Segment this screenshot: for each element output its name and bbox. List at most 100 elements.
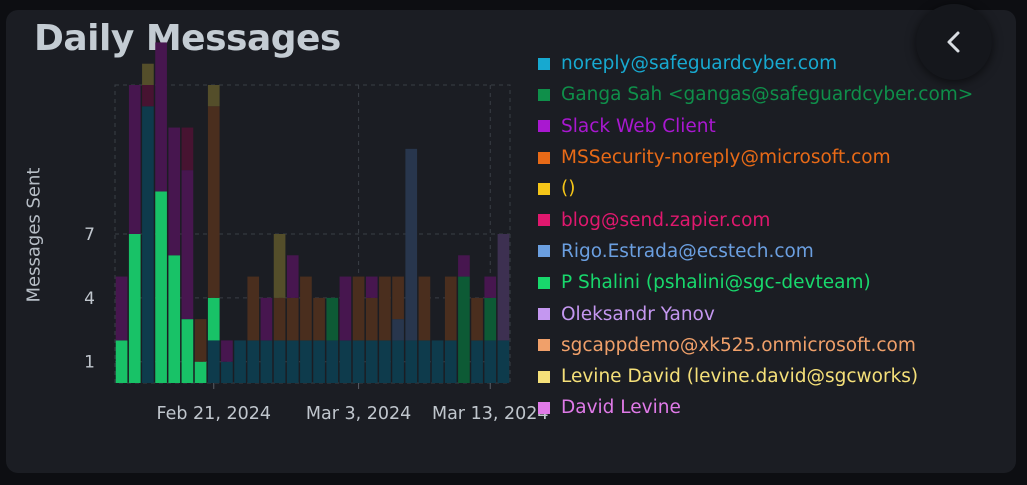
bar-segment bbox=[155, 42, 167, 192]
legend-label: Rigo.Estrada@ecstech.com bbox=[561, 240, 814, 262]
legend-item[interactable]: blog@send.zapier.com bbox=[538, 204, 973, 235]
legend-swatch bbox=[538, 401, 550, 414]
y-tick-label: 7 bbox=[84, 225, 95, 245]
bar-segment bbox=[286, 255, 299, 298]
legend-item[interactable]: Oleksandr Yanov bbox=[538, 298, 973, 329]
bar-segment bbox=[300, 276, 312, 341]
bar-segment bbox=[168, 127, 181, 256]
legend-label: MSSecurity-noreply@microsoft.com bbox=[561, 147, 891, 169]
legend-swatch bbox=[538, 214, 550, 227]
legend-swatch bbox=[538, 88, 550, 101]
bar-segment bbox=[431, 340, 444, 383]
legend-item[interactable]: P Shalini (pshalini@sgc-devteam) bbox=[538, 267, 973, 298]
legend-label: blog@send.zapier.com bbox=[561, 209, 771, 231]
bar-segment bbox=[497, 234, 510, 341]
bar-segment bbox=[339, 276, 352, 341]
x-tick-label: Mar 13, 2024 bbox=[432, 404, 549, 424]
legend-swatch bbox=[538, 57, 550, 70]
bar-segment bbox=[181, 170, 194, 320]
back-button[interactable] bbox=[916, 4, 992, 80]
bar-segment bbox=[405, 340, 418, 383]
legend-label: David Levine bbox=[561, 397, 681, 419]
bar-segment bbox=[273, 234, 286, 298]
x-tick-label: Feb 21, 2024 bbox=[157, 404, 271, 424]
legend-item[interactable]: Rigo.Estrada@ecstech.com bbox=[538, 236, 973, 267]
bar-segment bbox=[194, 361, 207, 383]
bar-segment bbox=[273, 297, 286, 341]
legend-label: Levine David (levine.david@sgcworks) bbox=[561, 366, 919, 388]
bar-segment bbox=[484, 297, 497, 341]
bar-segment bbox=[221, 340, 233, 362]
bar-segment bbox=[221, 361, 233, 383]
bar-segment bbox=[286, 340, 299, 383]
bar-segment bbox=[497, 340, 510, 383]
bar-segment bbox=[471, 340, 483, 383]
legend: noreply@safeguardcyber.com Ganga Sah <gan… bbox=[538, 48, 973, 424]
bar-segment bbox=[273, 340, 286, 383]
legend-item[interactable]: MSSecurity-noreply@microsoft.com bbox=[538, 142, 973, 173]
bar-segment bbox=[300, 340, 312, 383]
y-tick-label: 4 bbox=[84, 289, 95, 309]
bar-segment bbox=[392, 319, 404, 341]
legend-label: Oleksandr Yanov bbox=[561, 303, 715, 325]
bar-segment bbox=[444, 276, 457, 341]
bar-segment bbox=[194, 319, 207, 362]
bar-segment bbox=[128, 85, 141, 234]
bar-segment bbox=[379, 340, 391, 383]
bar-segment bbox=[207, 340, 220, 383]
legend-item[interactable]: noreply@safeguardcyber.com bbox=[538, 48, 973, 79]
bar-segment bbox=[484, 340, 497, 383]
bar-segment bbox=[365, 276, 378, 298]
bar-segment bbox=[471, 297, 483, 341]
bar-segment bbox=[418, 276, 431, 341]
legend-swatch bbox=[538, 245, 550, 258]
bar-segment bbox=[458, 255, 470, 277]
bar-segment bbox=[313, 340, 325, 383]
bar-segment bbox=[128, 234, 141, 383]
bar-segment bbox=[207, 106, 220, 298]
bar-segment bbox=[260, 297, 273, 341]
legend-swatch bbox=[538, 339, 550, 352]
bar-segment bbox=[155, 191, 167, 383]
bar-segment bbox=[326, 297, 339, 341]
legend-item[interactable]: Levine David (levine.david@sgcworks) bbox=[538, 361, 973, 392]
bar-segment bbox=[142, 106, 154, 384]
legend-label: Slack Web Client bbox=[561, 115, 716, 137]
y-tick-label: 1 bbox=[84, 353, 95, 373]
legend-swatch bbox=[538, 370, 550, 383]
bar-segment bbox=[286, 297, 299, 341]
legend-swatch bbox=[538, 120, 550, 133]
bar-segment bbox=[181, 319, 194, 383]
bar-segment bbox=[392, 276, 404, 320]
bar-segment bbox=[142, 63, 154, 85]
legend-label: () bbox=[561, 178, 576, 200]
legend-item[interactable]: David Levine bbox=[538, 392, 973, 423]
bar-segment bbox=[458, 276, 470, 383]
x-tick-label: Mar 3, 2024 bbox=[306, 404, 411, 424]
bar-segment bbox=[444, 340, 457, 383]
bar-segment bbox=[142, 85, 154, 107]
bar-segment bbox=[313, 297, 325, 341]
bar-segment bbox=[392, 340, 404, 383]
bar-segment bbox=[326, 340, 339, 383]
legend-item[interactable]: sgcappdemo@xk525.onmicrosoft.com bbox=[538, 330, 973, 361]
legend-label: noreply@safeguardcyber.com bbox=[561, 53, 838, 75]
legend-swatch bbox=[538, 308, 550, 321]
bar-segment bbox=[234, 340, 246, 383]
bar-segment bbox=[168, 255, 181, 383]
bar-segment bbox=[379, 276, 391, 341]
legend-label: P Shalini (pshalini@sgc-devteam) bbox=[561, 272, 871, 294]
bar-segment bbox=[352, 276, 365, 341]
bar-segment bbox=[405, 148, 418, 341]
legend-item[interactable]: Slack Web Client bbox=[538, 111, 973, 142]
legend-item[interactable]: () bbox=[538, 173, 973, 204]
bar-segment bbox=[115, 340, 128, 383]
bar-segment bbox=[365, 340, 378, 383]
legend-item[interactable]: Ganga Sah <gangas@safeguardcyber.com> bbox=[538, 79, 973, 110]
bar-segment bbox=[365, 297, 378, 341]
bar-segment bbox=[260, 340, 273, 383]
bar-segment bbox=[115, 276, 128, 341]
legend-swatch bbox=[538, 151, 550, 164]
bar-segment bbox=[207, 85, 220, 107]
legend-label: sgcappdemo@xk525.onmicrosoft.com bbox=[561, 334, 916, 356]
